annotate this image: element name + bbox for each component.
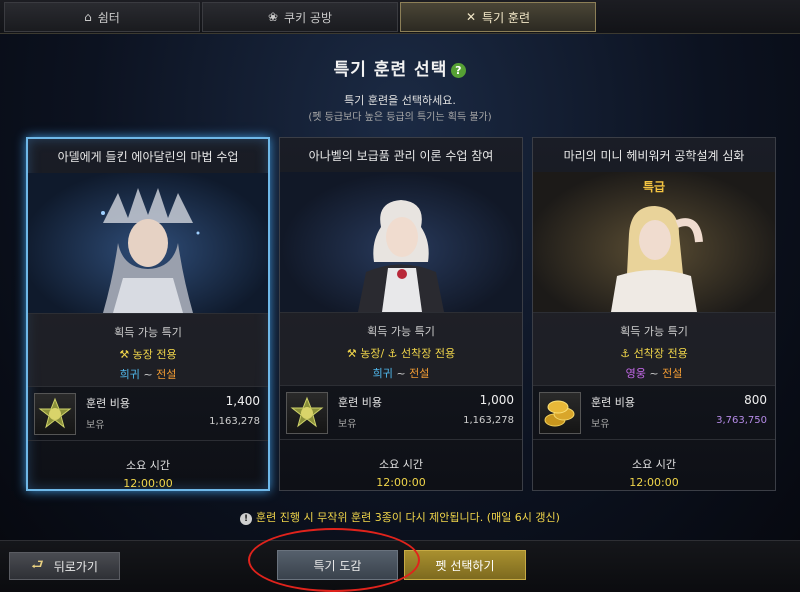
time-value: 12:00:00 bbox=[123, 477, 173, 490]
gold-coins-icon bbox=[539, 392, 581, 434]
help-icon[interactable]: ? bbox=[451, 62, 467, 78]
character-portrait bbox=[28, 173, 268, 313]
traits-label: 획득 가능 특기 bbox=[620, 325, 688, 338]
cost-value: 1,400 bbox=[225, 394, 260, 408]
return-arrow-icon: ⮐ bbox=[31, 557, 44, 573]
training-card-3[interactable]: 마리의 미니 헤비워커 공학설계 심화 특급 획득 가능 특기 ⚓ 선착장 전용… bbox=[532, 137, 776, 491]
time-section: 소요 시간 12:00:00 bbox=[28, 441, 268, 490]
medal-icon bbox=[34, 393, 76, 435]
traits-section: 획득 가능 특기 ⚒ 농장/ ⚓ 선착장 전용 희귀 ~ 전설 bbox=[280, 312, 522, 386]
time-value: 12:00:00 bbox=[376, 476, 426, 489]
card-title: 아델에게 들킨 에아달린의 마법 수업 bbox=[57, 149, 239, 164]
cost-label: 훈련 비용 bbox=[86, 397, 130, 410]
tab-label: 쿠키 공방 bbox=[284, 10, 333, 25]
cost-section: 훈련 비용 1,400 보유 1,163,278 bbox=[28, 387, 268, 441]
owned-label: 보유 bbox=[338, 419, 357, 430]
owned-value: 3,763,750 bbox=[716, 415, 767, 426]
tab-label: 쉼터 bbox=[97, 10, 120, 25]
portrait-image bbox=[358, 200, 444, 312]
traits-section: 획득 가능 특기 ⚓ 선착장 전용 영웅 ~ 전설 bbox=[533, 312, 775, 386]
medal-icon bbox=[286, 392, 328, 434]
cost-label: 훈련 비용 bbox=[591, 396, 635, 409]
tab-bar: ⌂ 쉼터 ❀ 쿠키 공방 ✕ 특기 훈련 bbox=[0, 0, 800, 34]
time-section: 소요 시간 12:00:00 bbox=[280, 440, 522, 489]
character-portrait bbox=[280, 172, 522, 312]
cost-value: 800 bbox=[744, 393, 767, 407]
time-label: 소요 시간 bbox=[632, 458, 676, 471]
trait-grade: 희귀 ~ 전설 bbox=[119, 368, 177, 381]
portrait-image bbox=[101, 188, 200, 313]
select-pet-button[interactable]: 펫 선택하기 bbox=[404, 550, 526, 580]
owned-label: 보유 bbox=[86, 420, 105, 431]
back-button[interactable]: ⮐ 뒤로가기 bbox=[9, 552, 120, 580]
owned-value: 1,163,278 bbox=[209, 416, 260, 427]
cost-section: 훈련 비용 800 보유 3,763,750 bbox=[533, 386, 775, 440]
refresh-notice: ! 훈련 진행 시 무작위 훈련 3종이 다시 제안됩니다. (매일 6시 갱신) bbox=[0, 509, 800, 525]
info-icon: ! bbox=[240, 513, 253, 525]
page-subtitle: 특기 훈련을 선택하세요. bbox=[344, 94, 456, 107]
training-card-2[interactable]: 아나벨의 보급품 관리 이론 수업 참여 획득 가능 특기 ⚒ 농장/ ⚓ 선착… bbox=[279, 137, 523, 491]
tab-cookie-workshop[interactable]: ❀ 쿠키 공방 bbox=[202, 2, 398, 32]
training-card-1[interactable]: 아델에게 들킨 에아달린의 마법 수업 획득 가능 특기 ⚒ 농장 전용 희귀 … bbox=[26, 137, 270, 491]
owned-value: 1,163,278 bbox=[463, 415, 514, 426]
trait-grade: 희귀 ~ 전설 bbox=[372, 367, 430, 380]
traits-label: 획득 가능 특기 bbox=[114, 326, 182, 339]
house-icon: ⌂ bbox=[84, 10, 92, 24]
time-value: 12:00:00 bbox=[629, 476, 679, 489]
traits-section: 획득 가능 특기 ⚒ 농장 전용 희귀 ~ 전설 bbox=[28, 313, 268, 387]
page-note: (펫 등급보다 높은 등급의 특기는 획득 불가) bbox=[308, 112, 492, 123]
card-title: 아나벨의 보급품 관리 이론 수업 참여 bbox=[308, 148, 494, 163]
tab-shelter[interactable]: ⌂ 쉼터 bbox=[4, 2, 200, 32]
trait-grade: 영웅 ~ 전설 bbox=[625, 367, 683, 380]
time-section: 소요 시간 12:00:00 bbox=[533, 440, 775, 489]
premium-badge: 특급 bbox=[642, 180, 666, 194]
tab-special-training[interactable]: ✕ 특기 훈련 bbox=[400, 2, 596, 32]
page-title: 특기 훈련 선택? bbox=[0, 55, 800, 80]
traits-label: 획득 가능 특기 bbox=[367, 325, 435, 338]
trait-type: ⚒ 농장/ ⚓ 선착장 전용 bbox=[346, 347, 456, 360]
owned-label: 보유 bbox=[591, 419, 610, 430]
character-portrait: 특급 bbox=[533, 172, 775, 312]
paw-icon: ❀ bbox=[267, 10, 279, 24]
cost-section: 훈련 비용 1,000 보유 1,163,278 bbox=[280, 386, 522, 440]
cost-label: 훈련 비용 bbox=[338, 396, 382, 409]
tab-label: 특기 훈련 bbox=[482, 10, 531, 25]
crossed-swords-icon: ✕ bbox=[465, 10, 477, 24]
trait-type: ⚒ 농장 전용 bbox=[119, 348, 177, 361]
bottom-bar bbox=[0, 540, 800, 592]
portrait-image bbox=[611, 206, 703, 312]
trait-dex-button[interactable]: 특기 도감 bbox=[277, 550, 398, 580]
time-label: 소요 시간 bbox=[126, 459, 170, 472]
cost-value: 1,000 bbox=[479, 393, 514, 407]
card-title: 마리의 미니 헤비워커 공학설계 심화 bbox=[563, 148, 745, 163]
trait-type: ⚓ 선착장 전용 bbox=[620, 347, 688, 360]
time-label: 소요 시간 bbox=[379, 458, 423, 471]
